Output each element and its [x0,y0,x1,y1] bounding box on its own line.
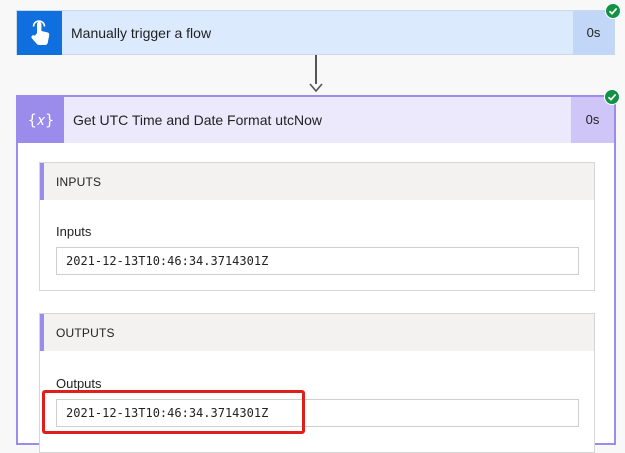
trigger-card[interactable]: Manually trigger a flow 0s [16,10,615,55]
inputs-label: Inputs [56,224,92,239]
inputs-header-text: INPUTS [56,175,102,189]
action-title: Get UTC Time and Date Format utcNow [73,112,322,128]
trigger-icon-box [17,11,62,55]
inputs-section: INPUTS Inputs 2021-12-13T10:46:34.371430… [39,162,595,291]
action-header[interactable]: {𝑥} Get UTC Time and Date Format utcNow … [18,97,614,143]
trigger-title: Manually trigger a flow [71,25,212,41]
highlight-annotation [42,390,305,434]
expression-braces-icon: {𝑥} [27,111,55,129]
success-check-icon [604,89,620,105]
success-check-icon [605,3,621,19]
outputs-section-header: OUTPUTS [40,314,594,351]
outputs-header-text: OUTPUTS [56,326,115,340]
inputs-value: 2021-12-13T10:46:34.3714301Z [66,254,269,268]
inputs-value-field[interactable]: 2021-12-13T10:46:34.3714301Z [56,247,579,275]
outputs-label: Outputs [56,376,102,391]
inputs-section-header: INPUTS [40,163,594,200]
action-icon-box: {𝑥} [18,97,64,143]
